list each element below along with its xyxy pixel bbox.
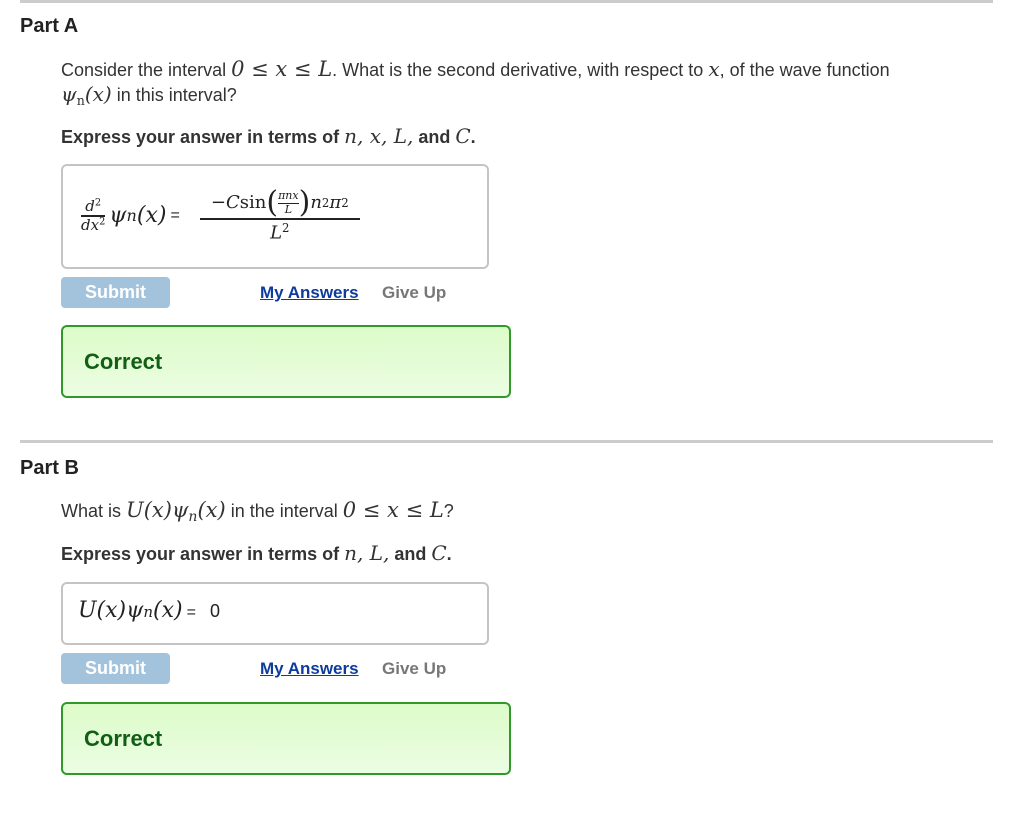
- psi-symbol: ψ: [61, 82, 77, 106]
- part-b-answer-equation: U(x)ψ n (x) = 0: [78, 598, 220, 623]
- part-b-divider: [20, 440, 993, 443]
- part-b-answer-value: 0: [209, 601, 220, 621]
- part-b-answer-box[interactable]: U(x)ψ n (x) = 0: [61, 582, 489, 645]
- part-a-answer-equation: d2 dx2 ψ n (x) = −C sin(πnx L) n 2 π 2 L2: [81, 188, 360, 243]
- part-a-instruction: Express your answer in terms of n, x, L,…: [61, 124, 476, 148]
- part-a-title: Part A: [20, 15, 79, 37]
- part-a-give-up-link[interactable]: Give Up: [382, 283, 446, 303]
- interval-math: 0 ≤ x ≤ L: [342, 498, 444, 522]
- part-a-feedback-text: Correct: [84, 348, 163, 374]
- part-b-instruction: Express your answer in terms of n, L, an…: [61, 541, 452, 565]
- part-b-feedback-text: Correct: [84, 725, 163, 751]
- part-a-my-answers-link[interactable]: My Answers: [260, 283, 359, 303]
- psi-symbol: ψ: [109, 203, 127, 229]
- part-a-answer-value: −C sin(πnx L) n 2 π 2 L2: [199, 188, 360, 243]
- equals-sign: =: [170, 206, 180, 224]
- part-b-give-up-link[interactable]: Give Up: [382, 659, 446, 679]
- part-a-feedback-box: Correct: [61, 325, 511, 398]
- part-a-answer-box[interactable]: d2 dx2 ψ n (x) = −C sin(πnx L) n 2 π 2 L2: [61, 164, 489, 269]
- part-a-divider: [20, 0, 993, 3]
- interval-math: 0 ≤ x ≤ L: [231, 57, 333, 81]
- equals-sign: =: [186, 604, 196, 621]
- derivative-operator: d2 dx2: [81, 197, 106, 234]
- part-b-title: Part B: [20, 457, 79, 479]
- part-b-my-answers-link[interactable]: My Answers: [260, 659, 359, 679]
- part-b-prompt: What is U(x)ψn(x) in the interval 0 ≤ x …: [61, 498, 454, 526]
- part-a-submit-button[interactable]: Submit: [61, 277, 170, 308]
- part-a-prompt: Consider the interval 0 ≤ x ≤ L. What is…: [61, 57, 890, 108]
- part-b-submit-button[interactable]: Submit: [61, 653, 170, 684]
- part-b-feedback-box: Correct: [61, 702, 511, 775]
